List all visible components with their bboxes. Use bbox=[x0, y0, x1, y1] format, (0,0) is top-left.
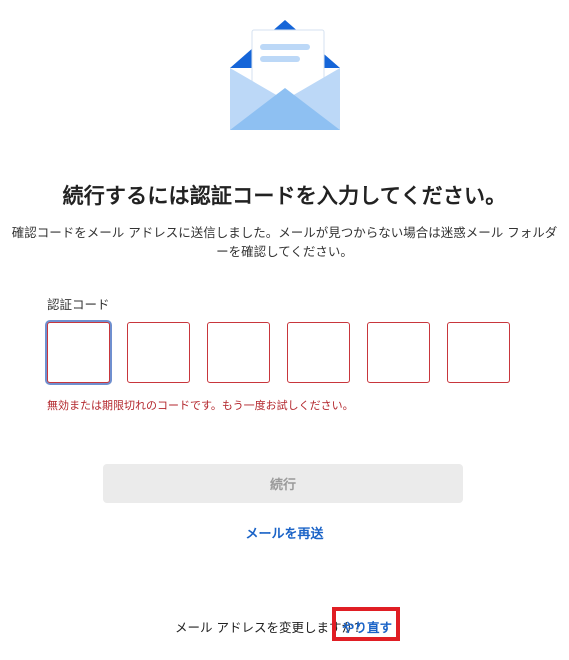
instruction-text: 確認コードをメール アドレスに送信しました。メールが見つからない場合は迷惑メール… bbox=[11, 225, 558, 259]
retry-link[interactable]: やり直す bbox=[342, 617, 392, 636]
code-digit-6-input[interactable] bbox=[447, 322, 510, 383]
code-digit-2-input[interactable] bbox=[127, 322, 190, 383]
code-digit-3-input[interactable] bbox=[207, 322, 270, 383]
code-input-group bbox=[47, 322, 519, 385]
open-envelope-icon bbox=[230, 20, 340, 130]
code-label: 認証コード bbox=[47, 297, 110, 312]
page-title: 続行するには認証コードを入力してください。 bbox=[62, 184, 507, 208]
continue-button[interactable]: 続行 bbox=[103, 464, 463, 503]
code-digit-4-input[interactable] bbox=[287, 322, 350, 383]
error-message: 無効または期限切れのコードです。もう一度お試しください。 bbox=[47, 399, 354, 412]
code-digit-1-input[interactable] bbox=[47, 322, 110, 383]
resend-email-link[interactable]: メールを再送 bbox=[0, 523, 569, 542]
code-digit-5-input[interactable] bbox=[367, 322, 430, 383]
